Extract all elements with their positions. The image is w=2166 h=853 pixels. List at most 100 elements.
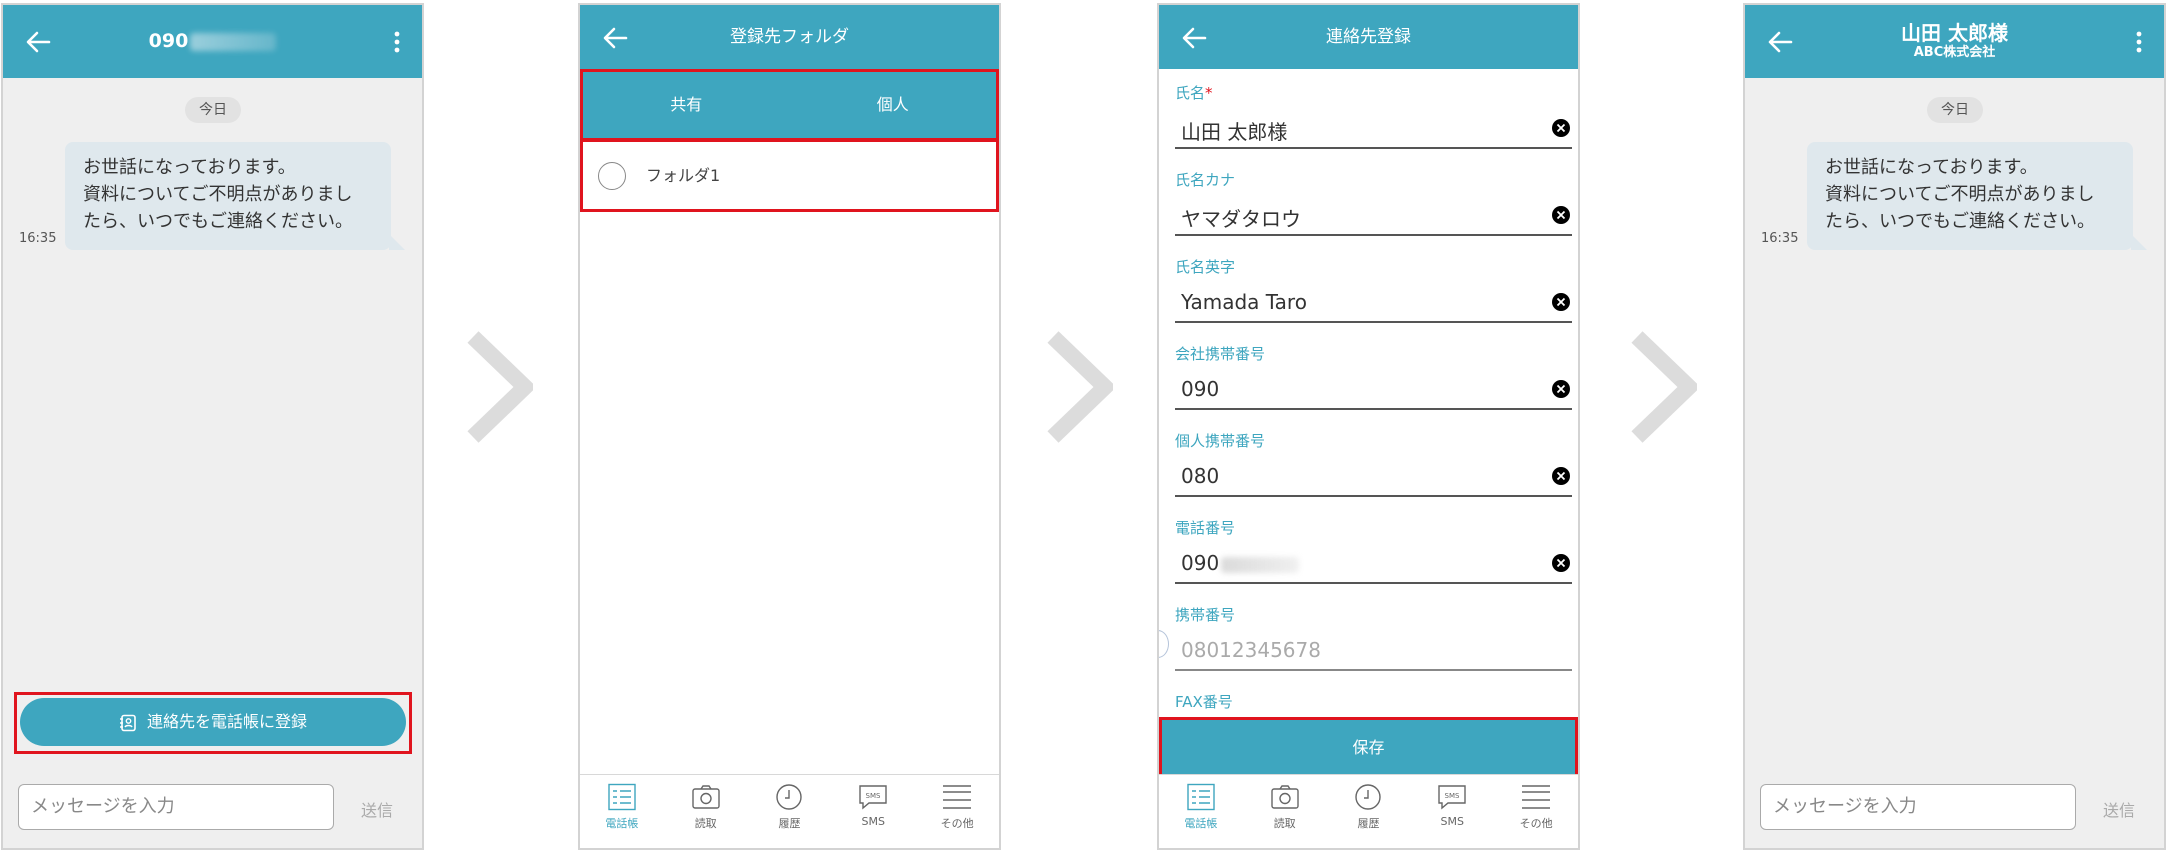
nav-item-phonebook[interactable]: 電話帳 xyxy=(580,783,664,831)
register-highlight-box: 連絡先を電話帳に登録 xyxy=(14,692,412,754)
message-line: お世話になっております。 xyxy=(83,157,296,178)
field-underline xyxy=(1175,321,1572,323)
field-underline xyxy=(1175,408,1572,410)
nav-item-phonebook[interactable]: 電話帳 xyxy=(1159,783,1243,831)
redacted-number-blur xyxy=(190,32,277,51)
contact-register-screen: 連絡先登録 氏名* 山田 太郎様 氏名カナ ヤマダタロウ 氏名英字 Yamada… xyxy=(1157,3,1580,850)
name-roman-field[interactable]: Yamada Taro xyxy=(1181,290,1307,314)
nav-item-sms[interactable]: SMS SMS xyxy=(831,783,915,828)
send-button[interactable]: 送信 xyxy=(2103,797,2135,821)
chat-screen: 090 今日 お世話になっております。 資料についてご不明点がありまし たら、い… xyxy=(1,3,424,850)
contact-name: 山田 太郎様 xyxy=(1901,21,2008,45)
clear-icon[interactable] xyxy=(1552,380,1570,398)
field-underline xyxy=(1175,669,1572,671)
field-underline xyxy=(1175,495,1572,497)
nav-item-scan[interactable]: 読取 xyxy=(664,783,748,831)
name-field[interactable]: 山田 太郎様 xyxy=(1181,116,1287,145)
clear-icon[interactable] xyxy=(1552,119,1570,137)
send-button[interactable]: 送信 xyxy=(361,797,393,821)
chat-phone-number: 090 xyxy=(63,5,362,78)
chevron-right-icon xyxy=(1047,331,1113,443)
chevron-right-icon xyxy=(1631,331,1697,443)
message-input[interactable]: メッセージを入力 xyxy=(1760,784,2076,830)
company-mobile-field-label: 会社携帯番号 xyxy=(1175,345,1266,363)
personal-mobile-field[interactable]: 080 xyxy=(1181,464,1219,488)
tab-shared[interactable]: 共有 xyxy=(583,72,790,138)
menu-icon xyxy=(943,785,972,809)
message-line: 資料についてご不明点がありまし xyxy=(1825,184,2095,205)
phonebook-icon xyxy=(608,783,636,811)
back-arrow-icon[interactable] xyxy=(600,23,630,53)
field-underline xyxy=(1175,234,1572,236)
sms-icon: SMS xyxy=(859,785,887,810)
nav-item-history[interactable]: 履歴 xyxy=(1327,783,1411,831)
folder-app-bar: 登録先フォルダ xyxy=(580,5,999,69)
svg-text:SMS: SMS xyxy=(1445,792,1460,800)
nav-item-other[interactable]: その他 xyxy=(915,783,999,831)
clear-icon[interactable] xyxy=(1552,206,1570,224)
mobile-field[interactable]: 08012345678 xyxy=(1181,638,1321,662)
menu-icon xyxy=(1522,785,1551,809)
save-button[interactable]: 保存 xyxy=(1162,720,1575,776)
save-highlight-box: 保存 xyxy=(1159,717,1578,779)
message-line: たら、いつでもご連絡ください。 xyxy=(83,211,353,232)
bottom-navigation: 電話帳 読取 履歴 SMS SMS その他 xyxy=(580,774,999,848)
registered-chat-screen: 山田 太郎様 ABC株式会社 今日 お世話になっております。 資料についてご不明… xyxy=(1743,3,2166,850)
field-underline xyxy=(1175,582,1572,584)
required-mark: * xyxy=(1205,84,1213,102)
camera-icon xyxy=(691,785,720,809)
folder-list-item[interactable]: フォルダ1 xyxy=(580,139,999,212)
company-mobile-field[interactable]: 090 xyxy=(1181,377,1219,401)
chat-app-bar: 090 xyxy=(3,5,422,78)
message-bubble: お世話になっております。 資料についてご不明点がありまし たら、いつでもご連絡く… xyxy=(65,142,405,250)
sms-icon: SMS xyxy=(1438,785,1466,810)
back-arrow-icon[interactable] xyxy=(1179,23,1209,53)
clear-icon[interactable] xyxy=(1552,554,1570,572)
message-time: 16:35 xyxy=(19,231,57,246)
more-options-icon[interactable] xyxy=(2136,31,2142,53)
contact-book-icon xyxy=(119,714,136,731)
svg-text:SMS: SMS xyxy=(866,792,881,800)
chat-app-bar: 山田 太郎様 ABC株式会社 xyxy=(1745,5,2164,78)
clock-icon xyxy=(776,784,803,810)
clear-icon[interactable] xyxy=(1552,293,1570,311)
message-line: お世話になっております。 xyxy=(1825,157,2038,178)
register-contact-button[interactable]: 連絡先を電話帳に登録 xyxy=(20,698,406,746)
tab-personal[interactable]: 個人 xyxy=(790,72,997,138)
name-kana-field[interactable]: ヤマダタロウ xyxy=(1181,203,1301,232)
nav-item-history[interactable]: 履歴 xyxy=(748,783,832,831)
message-input[interactable]: メッセージを入力 xyxy=(18,784,334,830)
fax-field-label: FAX番号 xyxy=(1175,693,1233,711)
bottom-navigation: 電話帳 読取 履歴 SMS SMS その他 xyxy=(1159,774,1578,848)
clock-icon xyxy=(1355,784,1382,810)
message-time: 16:35 xyxy=(1761,231,1799,246)
more-options-icon[interactable] xyxy=(394,31,400,53)
contact-app-bar: 連絡先登録 xyxy=(1159,5,1578,69)
chevron-right-icon xyxy=(467,331,533,443)
page-title: 登録先フォルダ xyxy=(730,27,849,47)
folder-tabs-highlight: 共有 個人 xyxy=(580,69,999,141)
field-underline xyxy=(1175,147,1572,149)
page-title: 連絡先登録 xyxy=(1326,27,1411,47)
phonebook-icon xyxy=(1187,783,1215,811)
nav-item-scan[interactable]: 読取 xyxy=(1243,783,1327,831)
mobile-field-label: 携帯番号 xyxy=(1175,606,1236,624)
message-line: 資料についてご不明点がありまし xyxy=(83,184,353,205)
nav-item-sms[interactable]: SMS SMS xyxy=(1410,783,1494,828)
phone-field[interactable]: 090 xyxy=(1181,551,1300,575)
folder-radio[interactable] xyxy=(598,162,626,190)
date-chip: 今日 xyxy=(185,97,241,123)
clear-icon[interactable] xyxy=(1552,467,1570,485)
back-arrow-icon[interactable] xyxy=(1765,27,1795,57)
contact-company: ABC株式会社 xyxy=(1913,45,1996,60)
nav-item-other[interactable]: その他 xyxy=(1494,783,1578,831)
message-line: たら、いつでもご連絡ください。 xyxy=(1825,211,2095,232)
folder-name: フォルダ1 xyxy=(646,166,721,185)
name-kana-field-label: 氏名カナ xyxy=(1175,171,1236,189)
camera-icon xyxy=(1270,785,1299,809)
back-arrow-icon[interactable] xyxy=(23,27,53,57)
message-bubble: お世話になっております。 資料についてご不明点がありまし たら、いつでもご連絡く… xyxy=(1807,142,2147,250)
redacted-number-blur xyxy=(1221,556,1300,573)
personal-mobile-field-label: 個人携帯番号 xyxy=(1175,432,1266,450)
date-chip: 今日 xyxy=(1927,97,1983,123)
